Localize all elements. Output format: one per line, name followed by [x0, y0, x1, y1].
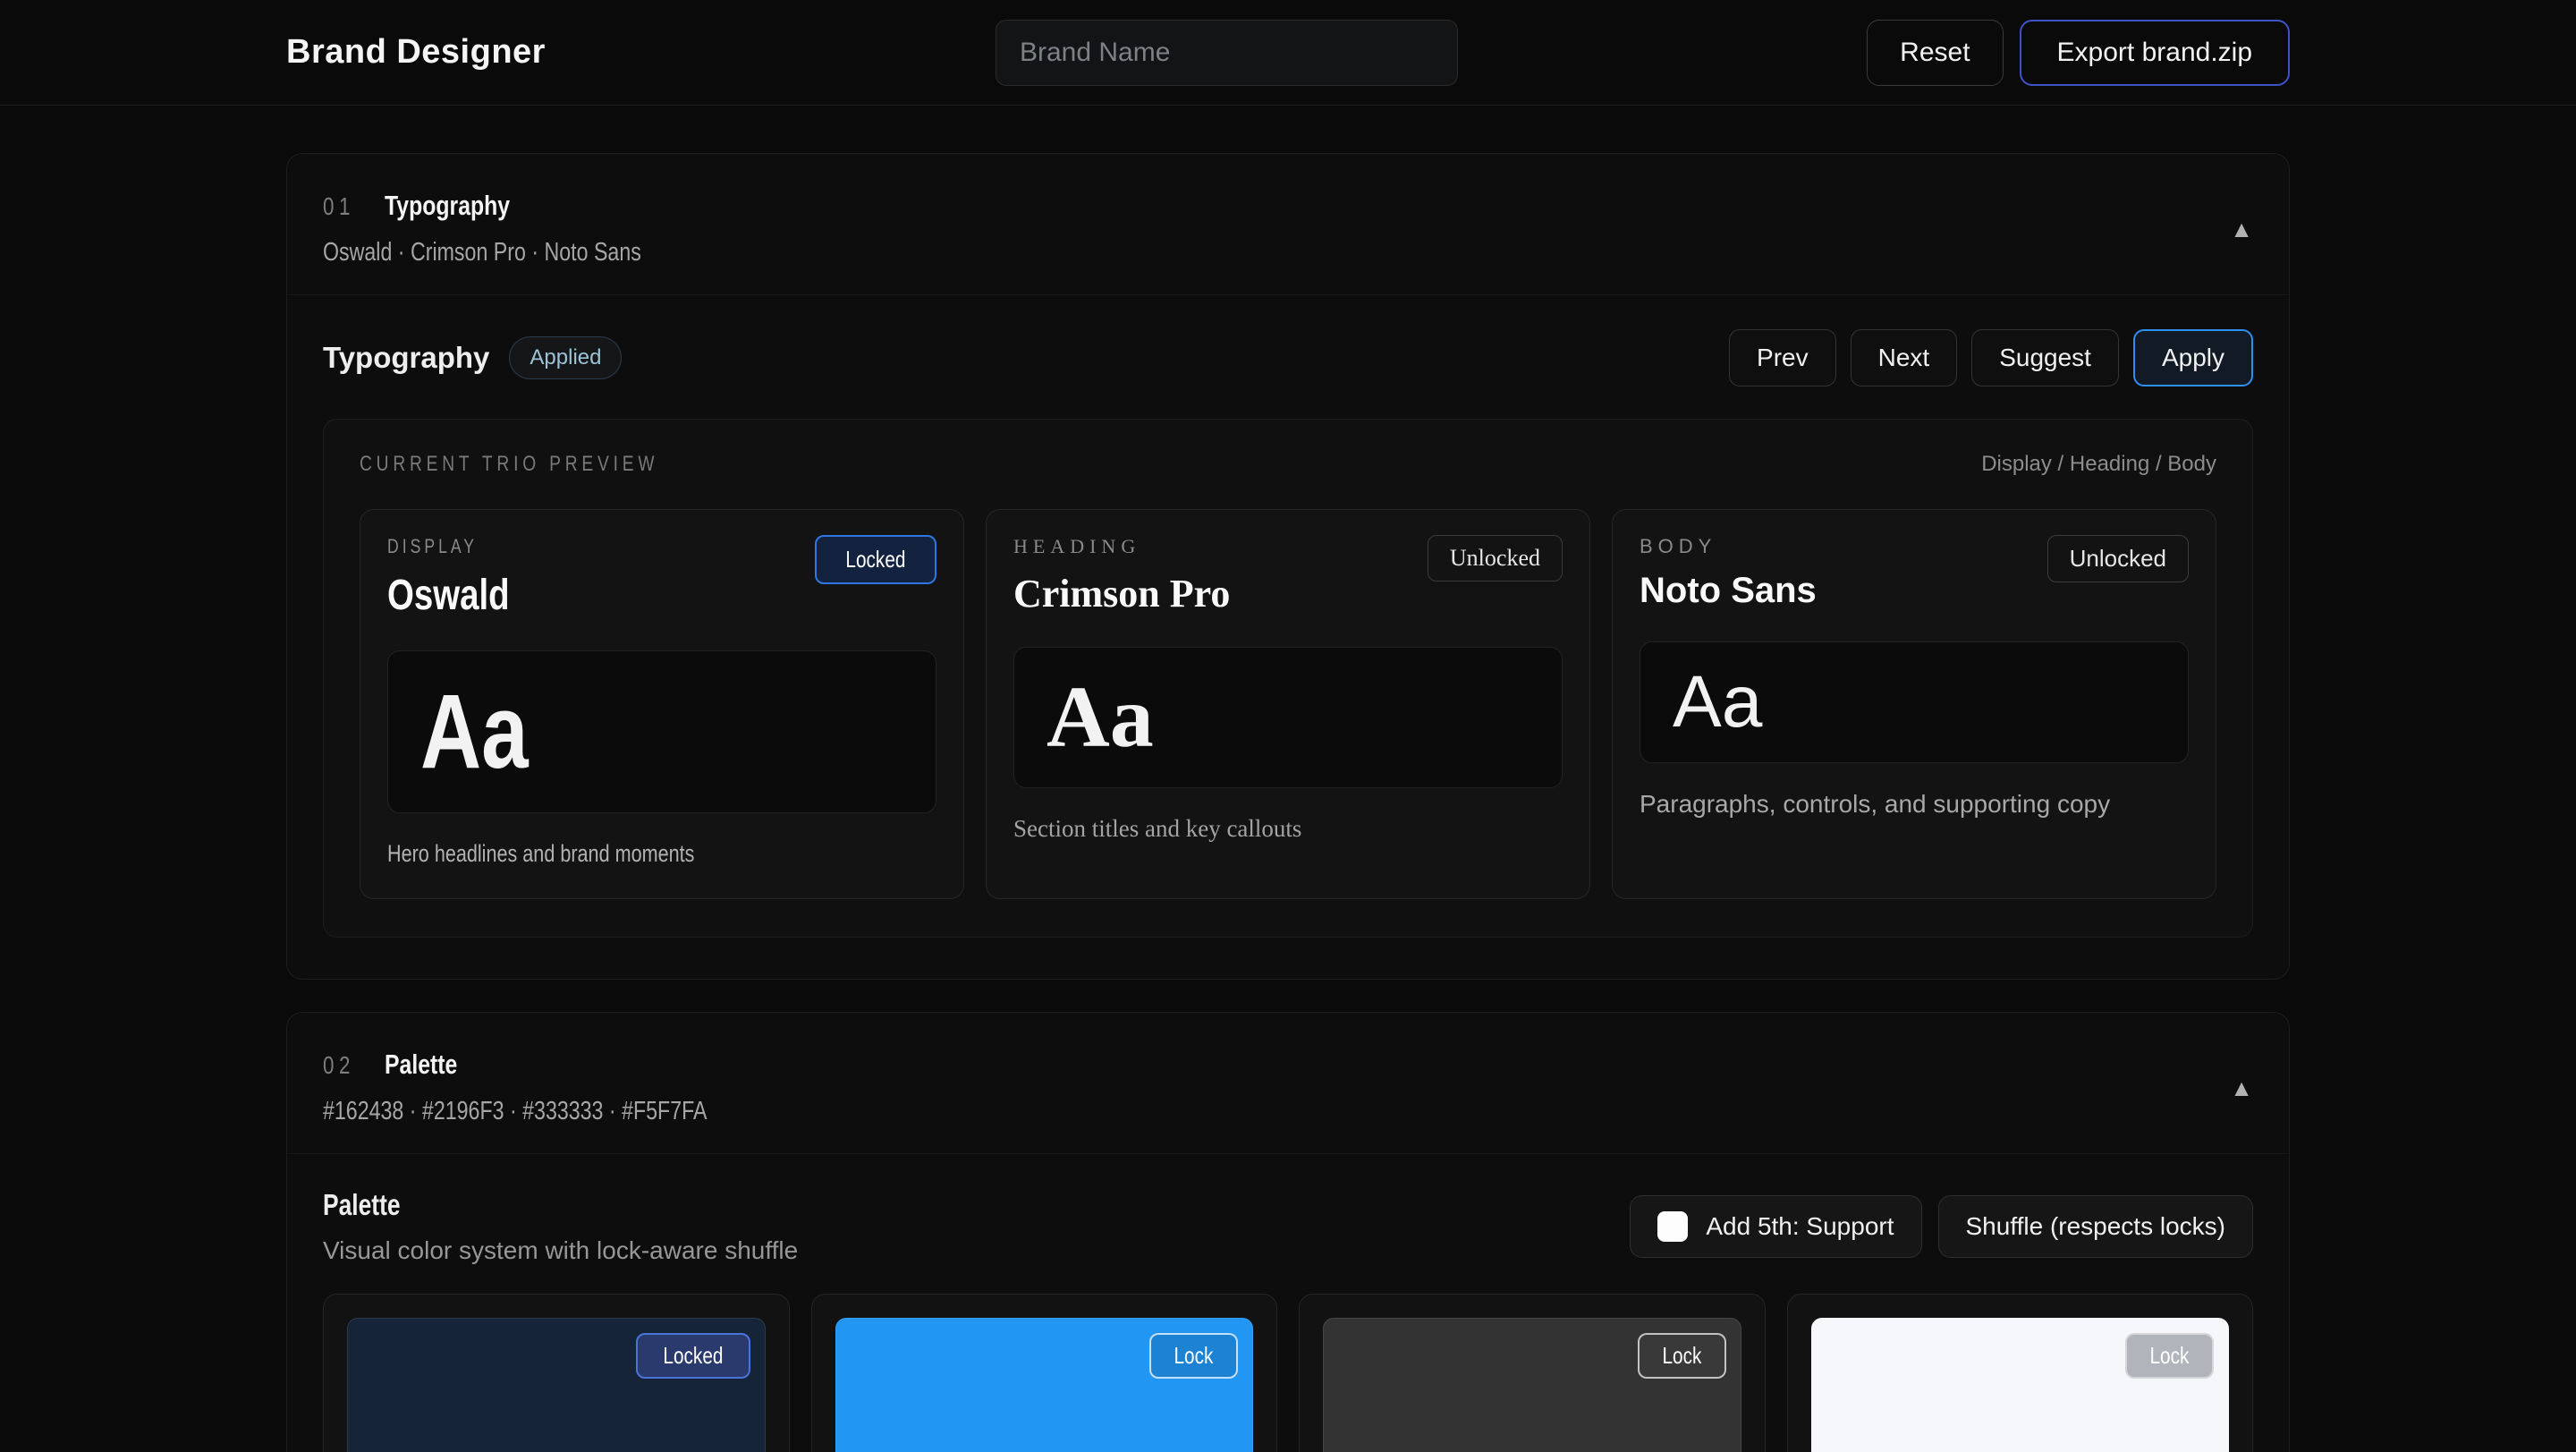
brand-name-input[interactable] — [996, 20, 1458, 86]
font-sample-box: Aa — [1640, 641, 2189, 763]
palette-actions: Add 5th: Support Shuffle (respects locks… — [1630, 1195, 2253, 1258]
main-content: 01 Typography Oswald · Crimson Pro · Not… — [0, 106, 2576, 1452]
font-role-label: BODY — [1640, 535, 1817, 558]
neutral-color-block[interactable]: Lock — [1811, 1318, 2230, 1452]
swatch-primary: Locked PRIMARY — [323, 1294, 790, 1452]
app-title: Brand Designer — [286, 33, 546, 72]
section-summary: Oswald · Crimson Pro · Noto Sans — [323, 238, 641, 267]
top-bar: Brand Designer Reset Export brand.zip — [0, 0, 2576, 106]
section-index: 01 — [323, 192, 355, 221]
accent-color-block[interactable]: Lock — [1323, 1318, 1741, 1452]
swatch-accent: Lock ACCENT — [1299, 1294, 1766, 1452]
add-fifth-checkbox[interactable] — [1657, 1211, 1688, 1242]
font-name: Oswald — [387, 571, 510, 620]
primary-lock-toggle[interactable]: Locked — [636, 1333, 750, 1379]
font-card-heading: HEADING Crimson Pro Unlocked Aa Section … — [986, 509, 1590, 899]
typography-actions: Prev Next Suggest Apply — [1729, 329, 2253, 386]
palette-panel: Palette Visual color system with lock-aw… — [287, 1154, 2289, 1452]
font-name: Crimson Pro — [1013, 571, 1230, 616]
add-fifth-label: Add 5th: Support — [1706, 1212, 1894, 1241]
typography-section-header[interactable]: 01 Typography Oswald · Crimson Pro · Not… — [287, 154, 2289, 295]
font-description: Hero headlines and brand moments — [387, 840, 694, 868]
primary-color-block[interactable]: Locked — [347, 1318, 766, 1452]
section-typography: 01 Typography Oswald · Crimson Pro · Not… — [286, 153, 2290, 980]
topbar-actions: Reset Export brand.zip — [1867, 20, 2290, 86]
section-palette: 02 Palette #162438 · #2196F3 · #333333 ·… — [286, 1012, 2290, 1452]
font-sample-box: Aa — [1013, 647, 1563, 788]
font-description: Section titles and key callouts — [1013, 815, 1563, 843]
font-role-label: DISPLAY — [387, 535, 478, 558]
trio-preview-panel: CURRENT TRIO PREVIEW Display / Heading /… — [323, 419, 2253, 938]
next-button[interactable]: Next — [1851, 329, 1958, 386]
collapse-icon[interactable]: ▲ — [2230, 217, 2253, 241]
swatch-grid: Locked PRIMARY Lock SECONDARY Lock — [323, 1294, 2253, 1452]
font-sample-text: Aa — [420, 679, 529, 785]
reset-button[interactable]: Reset — [1867, 20, 2003, 86]
prev-button[interactable]: Prev — [1729, 329, 1836, 386]
collapse-icon[interactable]: ▲ — [2230, 1076, 2253, 1100]
palette-panel-subtitle: Visual color system with lock-aware shuf… — [323, 1236, 798, 1265]
secondary-lock-toggle[interactable]: Lock — [1149, 1333, 1238, 1379]
font-sample-text: Aa — [1046, 674, 1154, 761]
font-role-label: HEADING — [1013, 535, 1230, 558]
heading-lock-toggle[interactable]: Unlocked — [1428, 535, 1563, 582]
font-card-body: BODY Noto Sans Unlocked Aa Paragraphs, c… — [1612, 509, 2216, 899]
accent-lock-toggle[interactable]: Lock — [1638, 1333, 1726, 1379]
font-sample-box: Aa — [387, 650, 936, 813]
font-name: Noto Sans — [1640, 571, 1817, 611]
section-summary: #162438 · #2196F3 · #333333 · #F5F7FA — [323, 1097, 708, 1126]
swatch-secondary: Lock SECONDARY — [811, 1294, 1278, 1452]
apply-button[interactable]: Apply — [2133, 329, 2253, 386]
add-fifth-toggle[interactable]: Add 5th: Support — [1630, 1195, 1921, 1258]
secondary-color-block[interactable]: Lock — [835, 1318, 1254, 1452]
palette-panel-title: Palette — [323, 1188, 401, 1222]
panel-title: Typography — [323, 341, 489, 375]
typography-panel: Typography Applied Prev Next Suggest App… — [287, 295, 2289, 979]
font-sample-text: Aa — [1673, 666, 1762, 739]
body-lock-toggle[interactable]: Unlocked — [2047, 535, 2189, 582]
suggest-button[interactable]: Suggest — [1971, 329, 2119, 386]
palette-section-header[interactable]: 02 Palette #162438 · #2196F3 · #333333 ·… — [287, 1013, 2289, 1154]
swatch-neutral: Lock NEUTRAL — [1787, 1294, 2254, 1452]
font-description: Paragraphs, controls, and supporting cop… — [1640, 790, 2189, 819]
section-index: 02 — [323, 1051, 355, 1080]
display-lock-toggle[interactable]: Locked — [815, 535, 936, 584]
shuffle-button[interactable]: Shuffle (respects locks) — [1938, 1195, 2254, 1258]
section-title: Typography — [385, 190, 510, 222]
section-title: Palette — [385, 1049, 457, 1081]
export-button[interactable]: Export brand.zip — [2020, 20, 2290, 86]
trio-preview-label: CURRENT TRIO PREVIEW — [360, 452, 658, 477]
trio-preview-hint: Display / Heading / Body — [1981, 452, 2216, 477]
applied-badge: Applied — [509, 336, 622, 379]
font-card-display: DISPLAY Oswald Locked Aa Hero headlines … — [360, 509, 964, 899]
neutral-lock-toggle[interactable]: Lock — [2125, 1333, 2214, 1379]
trio-grid: DISPLAY Oswald Locked Aa Hero headlines … — [360, 509, 2216, 899]
